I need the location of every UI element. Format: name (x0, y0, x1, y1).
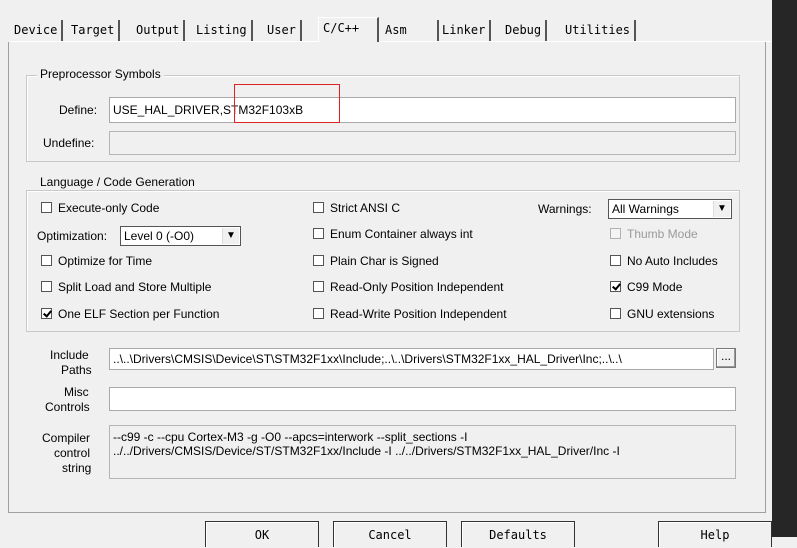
c99-mode-label: C99 Mode (627, 280, 683, 294)
checkbox-box[interactable] (313, 228, 324, 239)
tab-linker[interactable]: Linker (438, 20, 492, 41)
misc-label-line2: Controls (45, 400, 90, 414)
compiler-label-line1: Compiler (42, 431, 91, 445)
browse-include-button[interactable]: ... (716, 348, 736, 368)
c99-mode-checkbox[interactable]: C99 Mode (610, 280, 682, 294)
optimization-select[interactable]: Level 0 (-O0) ▼ (120, 226, 241, 246)
execute-only-checkbox[interactable]: Execute-only Code (41, 201, 159, 215)
ok-button[interactable]: OK (205, 521, 319, 547)
checkbox-box[interactable] (41, 255, 52, 266)
checkbox-box[interactable] (41, 202, 52, 213)
checkbox-box[interactable] (313, 308, 324, 319)
strict-ansi-label: Strict ANSI C (330, 201, 401, 215)
tab-listing[interactable]: Listing (192, 20, 253, 41)
optimization-label: Optimization: (37, 229, 108, 243)
help-button[interactable]: Help (658, 521, 772, 547)
warnings-value: All Warnings (612, 202, 679, 216)
rw-pi-label: Read-Write Position Independent (330, 307, 507, 321)
checkbox-box[interactable] (610, 255, 621, 266)
checkbox-box[interactable] (313, 255, 324, 266)
defaults-button[interactable]: Defaults (461, 521, 575, 547)
cancel-button[interactable]: Cancel (333, 521, 447, 547)
checkbox-box-checked[interactable] (41, 308, 52, 319)
tab-asm[interactable]: Asm (381, 20, 439, 41)
checkbox-box-disabled (610, 228, 621, 239)
gnu-extensions-label: GNU extensions (627, 307, 715, 321)
compiler-label-line3: string (62, 461, 92, 475)
background-edge (772, 0, 797, 537)
chevron-down-icon[interactable]: ▼ (222, 228, 239, 244)
plain-char-checkbox[interactable]: Plain Char is Signed (313, 254, 439, 268)
thumb-mode-label: Thumb Mode (627, 227, 698, 241)
define-label: Define: (59, 103, 98, 117)
misc-label-line1: Misc (64, 385, 89, 399)
options-dialog: Device Target Output Listing User C/C++ … (0, 0, 772, 547)
compiler-control-string: --c99 -c --cpu Cortex-M3 -g -O0 --apcs=i… (109, 425, 736, 479)
checkbox-box[interactable] (610, 308, 621, 319)
tab-debug[interactable]: Debug (501, 20, 548, 41)
compiler-label-line2: control (54, 446, 91, 460)
tab-cpp[interactable]: C/C++ (318, 17, 379, 42)
chevron-down-icon[interactable]: ▼ (713, 201, 730, 217)
tab-device[interactable]: Device (10, 20, 64, 41)
warnings-select[interactable]: All Warnings ▼ (608, 199, 732, 219)
strict-ansi-checkbox[interactable]: Strict ANSI C (313, 201, 400, 215)
enum-container-checkbox[interactable]: Enum Container always int (313, 227, 473, 241)
misc-controls-input[interactable] (109, 387, 736, 411)
gnu-extensions-checkbox[interactable]: GNU extensions (610, 307, 714, 321)
checkbox-box[interactable] (313, 202, 324, 213)
split-load-store-checkbox[interactable]: Split Load and Store Multiple (41, 280, 211, 294)
thumb-mode-checkbox: Thumb Mode (610, 227, 698, 241)
include-paths-input[interactable]: ..\..\Drivers\CMSIS\Device\ST\STM32F1xx\… (109, 348, 714, 370)
plain-char-label: Plain Char is Signed (330, 254, 439, 268)
warnings-label: Warnings: (538, 202, 592, 216)
checkbox-box[interactable] (313, 281, 324, 292)
tab-user[interactable]: User (263, 20, 302, 41)
optimize-time-label: Optimize for Time (58, 254, 153, 268)
one-elf-section-label: One ELF Section per Function (58, 307, 220, 321)
tab-utilities[interactable]: Utilities (561, 20, 637, 41)
highlight-box (234, 84, 340, 123)
tab-output[interactable]: Output (132, 20, 186, 41)
preprocessor-group-title: Preprocessor Symbols (37, 67, 164, 81)
one-elf-section-checkbox[interactable]: One ELF Section per Function (41, 307, 219, 321)
no-auto-includes-checkbox[interactable]: No Auto Includes (610, 254, 718, 268)
optimize-time-checkbox[interactable]: Optimize for Time (41, 254, 152, 268)
language-group-title: Language / Code Generation (37, 175, 198, 189)
tab-target[interactable]: Target (67, 20, 121, 41)
include-label-line2: Paths (61, 363, 92, 377)
no-auto-includes-label: No Auto Includes (627, 254, 718, 268)
ro-pi-label: Read-Only Position Independent (330, 280, 504, 294)
checkbox-box[interactable] (41, 281, 52, 292)
include-label-line1: Include (50, 348, 89, 362)
checkbox-box-checked[interactable] (610, 281, 621, 292)
rw-pi-checkbox[interactable]: Read-Write Position Independent (313, 307, 507, 321)
execute-only-label: Execute-only Code (58, 201, 160, 215)
ro-pi-checkbox[interactable]: Read-Only Position Independent (313, 280, 503, 294)
undefine-label: Undefine: (43, 136, 95, 150)
enum-container-label: Enum Container always int (330, 227, 473, 241)
optimization-value: Level 0 (-O0) (124, 229, 195, 243)
define-input[interactable]: USE_HAL_DRIVER,STM32F103xB (109, 97, 736, 123)
split-load-store-label: Split Load and Store Multiple (58, 280, 212, 294)
undefine-input[interactable] (109, 131, 736, 155)
